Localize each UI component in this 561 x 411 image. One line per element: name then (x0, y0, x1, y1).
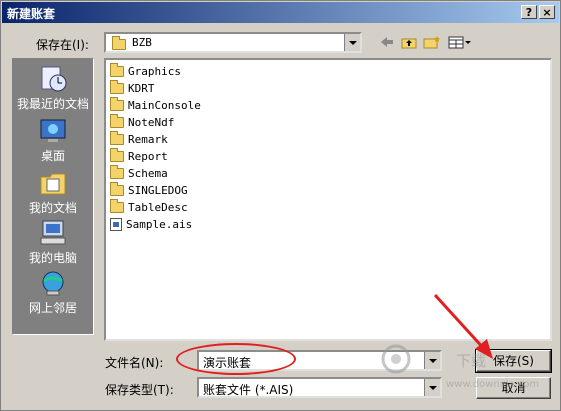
back-icon[interactable] (378, 34, 396, 50)
list-item[interactable]: NoteNdf (110, 113, 175, 130)
list-item[interactable]: Report (110, 147, 168, 164)
up-folder-icon[interactable] (400, 34, 418, 50)
recent-documents-icon (38, 65, 68, 93)
file-name: TableDesc (128, 200, 188, 214)
file-name: Report (128, 149, 168, 163)
place-label: 桌面 (40, 149, 65, 163)
place-label: 我最近的文档 (16, 97, 89, 111)
network-places-icon (38, 269, 68, 297)
file-icon (110, 217, 122, 231)
file-name: Schema (128, 166, 168, 180)
place-recent-documents[interactable]: 我最近的文档 (13, 65, 93, 112)
list-item[interactable]: MainConsole (110, 96, 201, 113)
place-network[interactable]: 网上邻居 (13, 269, 93, 316)
list-item[interactable]: Graphics (110, 62, 181, 79)
filetype-dropdown[interactable]: 账套文件 (*.AIS) (197, 377, 442, 398)
list-item[interactable]: SINGLEDOG (110, 181, 188, 198)
dialog-title: 新建账套 (7, 7, 56, 21)
folder-icon (110, 164, 124, 179)
folder-icon (110, 96, 124, 111)
save-in-dropdown[interactable]: BZB (104, 32, 362, 53)
folder-icon (110, 62, 124, 77)
filetype-value: 账套文件 (*.AIS) (203, 383, 294, 397)
file-name: KDRT (128, 81, 155, 95)
help-button[interactable]: ? (521, 5, 537, 19)
list-item[interactable]: Schema (110, 164, 168, 181)
save-dialog: 新建账套 ? × 保存在(I): BZB 我最近的文档 桌面 我的文档 我的电脑… (0, 0, 561, 411)
list-item[interactable]: Remark (110, 130, 168, 147)
folder-icon (110, 79, 124, 94)
folder-icon (110, 147, 124, 162)
list-item[interactable]: TableDesc (110, 198, 188, 215)
dropdown-button[interactable] (344, 34, 360, 51)
file-name: Remark (128, 132, 168, 146)
folder-icon (110, 130, 124, 145)
list-item[interactable]: KDRT (110, 79, 155, 96)
close-button[interactable]: × (539, 5, 555, 19)
file-name: NoteNdf (128, 115, 175, 129)
place-label: 我的文档 (28, 201, 77, 215)
watermark-url: www.downxia.com (446, 379, 540, 390)
view-menu-icon[interactable] (447, 34, 473, 50)
file-name: Graphics (128, 64, 181, 78)
list-item[interactable]: Sample.ais (110, 216, 192, 232)
place-label: 网上邻居 (28, 301, 77, 315)
folder-icon (110, 198, 124, 213)
chevron-down-icon (348, 40, 357, 45)
desktop-icon (38, 117, 68, 145)
chevron-down-icon (428, 385, 437, 390)
place-my-documents[interactable]: 我的文档 (13, 169, 93, 216)
my-documents-icon (38, 169, 68, 197)
places-bar: 我最近的文档 桌面 我的文档 我的电脑 网上邻居 (12, 58, 94, 335)
place-my-computer[interactable]: 我的电脑 (13, 219, 93, 266)
filetype-label: 保存类型(T): (105, 383, 174, 397)
new-folder-icon[interactable] (423, 34, 441, 50)
filename-label: 文件名(N): (105, 356, 164, 370)
file-name: Sample.ais (126, 217, 193, 231)
save-in-label: 保存在(I): (36, 38, 89, 52)
save-in-value: BZB (132, 36, 152, 49)
my-computer-icon (38, 219, 68, 247)
folder-icon (110, 181, 124, 196)
annotation-arrow-icon (433, 293, 493, 359)
place-desktop[interactable]: 桌面 (13, 117, 93, 164)
watermark-logo (381, 341, 411, 380)
folder-icon (110, 113, 124, 128)
file-name: SINGLEDOG (128, 183, 188, 197)
dropdown-button[interactable] (424, 379, 440, 396)
place-label: 我的电脑 (28, 251, 77, 265)
file-name: MainConsole (128, 98, 201, 112)
filename-value: 演示账套 (203, 356, 252, 370)
folder-icon (112, 36, 126, 50)
title-bar: 新建账套 ? × (2, 2, 559, 23)
